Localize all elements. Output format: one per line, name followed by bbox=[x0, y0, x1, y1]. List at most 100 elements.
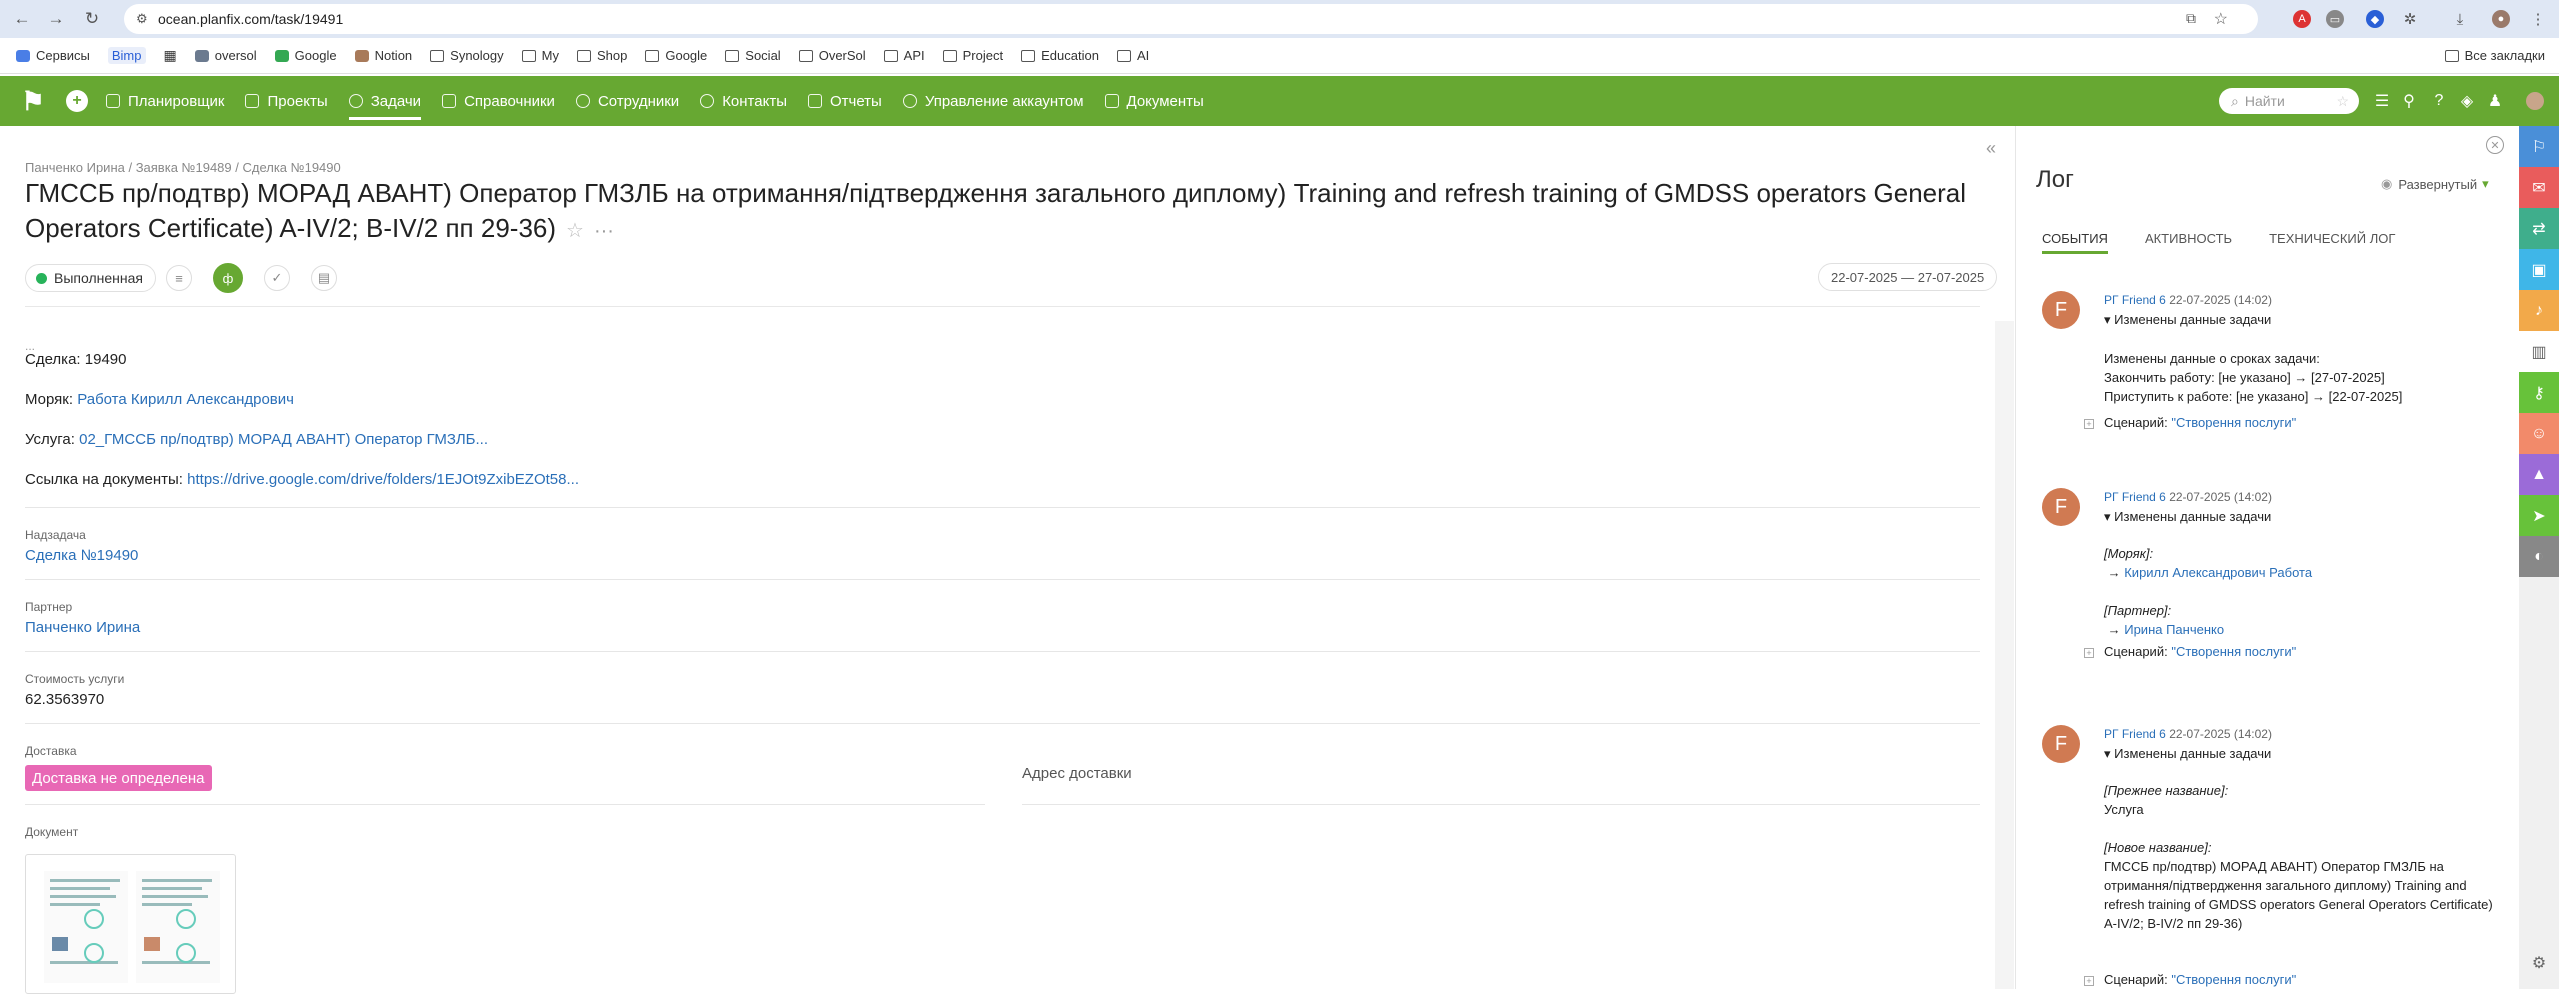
expand-icon[interactable]: + bbox=[2084, 419, 2094, 429]
key-icon[interactable]: ⚷ bbox=[2519, 372, 2559, 413]
nav-contacts[interactable]: Контакты bbox=[700, 76, 787, 126]
nav-documents[interactable]: Документы bbox=[1104, 76, 1204, 126]
bookmark-shop[interactable]: Shop bbox=[576, 48, 627, 63]
delivery-address-field[interactable]: Адрес доставки bbox=[1022, 765, 1132, 782]
bookmark-bimp[interactable]: Bimp bbox=[107, 47, 146, 64]
expand-icon[interactable]: + bbox=[2084, 648, 2094, 658]
forward-icon[interactable]: → bbox=[44, 7, 68, 31]
close-icon[interactable]: ✕ bbox=[2486, 136, 2504, 154]
author-link[interactable]: РГ Friend 6 bbox=[2104, 490, 2166, 504]
user-avatar[interactable] bbox=[2526, 92, 2544, 110]
description-icon[interactable]: ≡ bbox=[165, 265, 192, 291]
log-mode-select[interactable]: ◉ Развернутый ▾ bbox=[2381, 176, 2489, 192]
expand-icon[interactable]: + bbox=[2084, 976, 2094, 986]
service-link[interactable]: 02_ГМССБ пр/подтвр) МОРАД АВАНТ) Операто… bbox=[79, 431, 488, 448]
address-bar[interactable]: ⚙ ocean.planfix.com/task/19491 ⧉ ☆ bbox=[124, 4, 2258, 34]
delivery-badge[interactable]: Доставка не определена bbox=[25, 765, 212, 791]
share-icon[interactable]: ⇄ bbox=[2519, 208, 2559, 249]
person-icon[interactable]: ☺ bbox=[2519, 413, 2559, 454]
comment-icon[interactable]: ▤ bbox=[310, 265, 337, 291]
send-icon[interactable]: ➤ bbox=[2519, 495, 2559, 536]
sailor-contact-link[interactable]: Кирилл Александрович Работа bbox=[2124, 565, 2312, 580]
bookmark-star-icon[interactable]: ☆ bbox=[2214, 9, 2228, 29]
scenario-link[interactable]: "Створення послуги" bbox=[2171, 415, 2296, 430]
sailor-link[interactable]: Работа Кирилл Александрович bbox=[77, 391, 294, 408]
bell-icon[interactable]: ♪ bbox=[2519, 290, 2559, 331]
adblock-icon[interactable]: A bbox=[2293, 10, 2311, 28]
notifications-icon[interactable]: ♟ bbox=[2486, 92, 2504, 110]
bookmark-api[interactable]: API bbox=[883, 48, 925, 63]
layers-icon[interactable]: ◈ bbox=[2458, 92, 2476, 110]
menu-icon[interactable]: ⋮ bbox=[2529, 10, 2547, 28]
tab-events[interactable]: СОБЫТИЯ bbox=[2042, 231, 2108, 255]
breadcrumb[interactable]: Панченко Ирина / Заявка №19489 / Сделка … bbox=[25, 160, 341, 175]
bookmark-google[interactable]: Google bbox=[274, 48, 337, 63]
nav-directories[interactable]: Справочники bbox=[442, 76, 555, 126]
entry-change-toggle[interactable]: ▾ Изменены данные задачи bbox=[2104, 312, 2271, 328]
cost-value[interactable]: 62.3563970 bbox=[25, 691, 104, 708]
puzzle-icon[interactable]: ✲ bbox=[2401, 10, 2419, 28]
back-icon[interactable]: ← bbox=[10, 7, 34, 31]
bookmark-services[interactable]: Сервисы bbox=[16, 48, 90, 63]
favorite-star-icon[interactable]: ☆ bbox=[566, 220, 584, 242]
tab-technical-log[interactable]: ТЕХНИЧЕСКИЙ ЛОГ bbox=[2269, 231, 2395, 255]
reload-icon[interactable]: ↻ bbox=[80, 7, 104, 31]
list-icon[interactable]: ☰ bbox=[2373, 92, 2391, 110]
bookmark-education[interactable]: Education bbox=[1021, 48, 1099, 63]
help-icon[interactable]: ? bbox=[2430, 92, 2448, 110]
checklist-icon[interactable]: ✓ bbox=[263, 265, 290, 291]
bookmark-grid[interactable]: ▦ bbox=[164, 47, 177, 64]
bookmark-oversol-folder[interactable]: OverSol bbox=[798, 48, 866, 63]
pin-icon[interactable]: ⚲ bbox=[2400, 92, 2418, 110]
avatar[interactable]: F bbox=[2042, 725, 2080, 763]
author-link[interactable]: РГ Friend 6 bbox=[2104, 727, 2166, 741]
collapse-icon[interactable]: « bbox=[1986, 138, 1996, 159]
entry-change-toggle[interactable]: ▾ Изменены данные задачи bbox=[2104, 509, 2271, 525]
search-input[interactable]: ⌕ Найти ☆ bbox=[2219, 88, 2359, 114]
tab-activity[interactable]: АКТИВНОСТЬ bbox=[2145, 231, 2232, 255]
planfix-logo-icon[interactable]: ⚑ bbox=[0, 76, 66, 126]
nav-employees[interactable]: Сотрудники bbox=[575, 76, 679, 126]
extension-icon[interactable]: ▭ bbox=[2326, 10, 2344, 28]
nav-tasks[interactable]: Задачи bbox=[348, 76, 422, 126]
nav-account[interactable]: Управление аккаунтом bbox=[902, 76, 1084, 126]
bookmark-synology[interactable]: Synology bbox=[430, 48, 504, 63]
bookmark-project[interactable]: Project bbox=[942, 48, 1003, 63]
profile-avatar[interactable]: ● bbox=[2492, 10, 2510, 28]
bookmark-google-folder[interactable]: Google bbox=[645, 48, 707, 63]
status-badge[interactable]: Выполненная bbox=[25, 264, 156, 292]
gauge-icon[interactable]: ◐ bbox=[2519, 536, 2559, 577]
add-icon[interactable]: + bbox=[66, 90, 88, 112]
nav-projects[interactable]: Проекты bbox=[245, 76, 328, 126]
bookmark-my[interactable]: My bbox=[521, 48, 559, 63]
analytics-icon[interactable]: ф bbox=[212, 263, 243, 293]
author-link[interactable]: РГ Friend 6 bbox=[2104, 293, 2166, 307]
partner-contact-link[interactable]: Ирина Панченко bbox=[2124, 622, 2224, 637]
scenario-link[interactable]: "Створення послуги" bbox=[2171, 972, 2296, 987]
partner-link[interactable]: Панченко Ирина bbox=[25, 619, 140, 636]
avatar[interactable]: F bbox=[2042, 488, 2080, 526]
scenario-link[interactable]: "Створення послуги" bbox=[2171, 644, 2296, 659]
avatar[interactable]: F bbox=[2042, 291, 2080, 329]
install-icon[interactable]: ⧉ bbox=[2186, 10, 2196, 27]
more-icon[interactable]: ··· bbox=[594, 220, 614, 242]
document-thumbnail[interactable] bbox=[25, 854, 236, 994]
files-icon[interactable]: ▣ bbox=[2519, 249, 2559, 290]
inbox-icon[interactable]: ✉ bbox=[2519, 167, 2559, 208]
site-info-icon[interactable]: ⚙ bbox=[136, 11, 148, 27]
settings-icon[interactable]: ⚙ bbox=[2519, 942, 2559, 983]
all-bookmarks[interactable]: Все закладки bbox=[2444, 48, 2545, 63]
date-range[interactable]: 22-07-2025 — 27-07-2025 bbox=[1818, 263, 1998, 291]
parent-link[interactable]: Сделка №19490 bbox=[25, 547, 138, 564]
shield-icon[interactable]: ◆ bbox=[2366, 10, 2384, 28]
entry-change-toggle[interactable]: ▾ Изменены данные задачи bbox=[2104, 746, 2271, 762]
bookmark-oversol[interactable]: oversol bbox=[194, 48, 257, 63]
signpost-icon[interactable]: ⚐ bbox=[2519, 126, 2559, 167]
star-icon[interactable]: ☆ bbox=[2336, 93, 2349, 110]
nav-reports[interactable]: Отчеты bbox=[807, 76, 882, 126]
docs-link[interactable]: https://drive.google.com/drive/folders/1… bbox=[187, 471, 579, 488]
clipboard-icon[interactable]: ▥ bbox=[2519, 331, 2559, 372]
download-icon[interactable]: ⤓ bbox=[2451, 10, 2469, 28]
chart-icon[interactable]: ▲ bbox=[2519, 454, 2559, 495]
nav-planner[interactable]: Планировщик bbox=[106, 76, 224, 126]
